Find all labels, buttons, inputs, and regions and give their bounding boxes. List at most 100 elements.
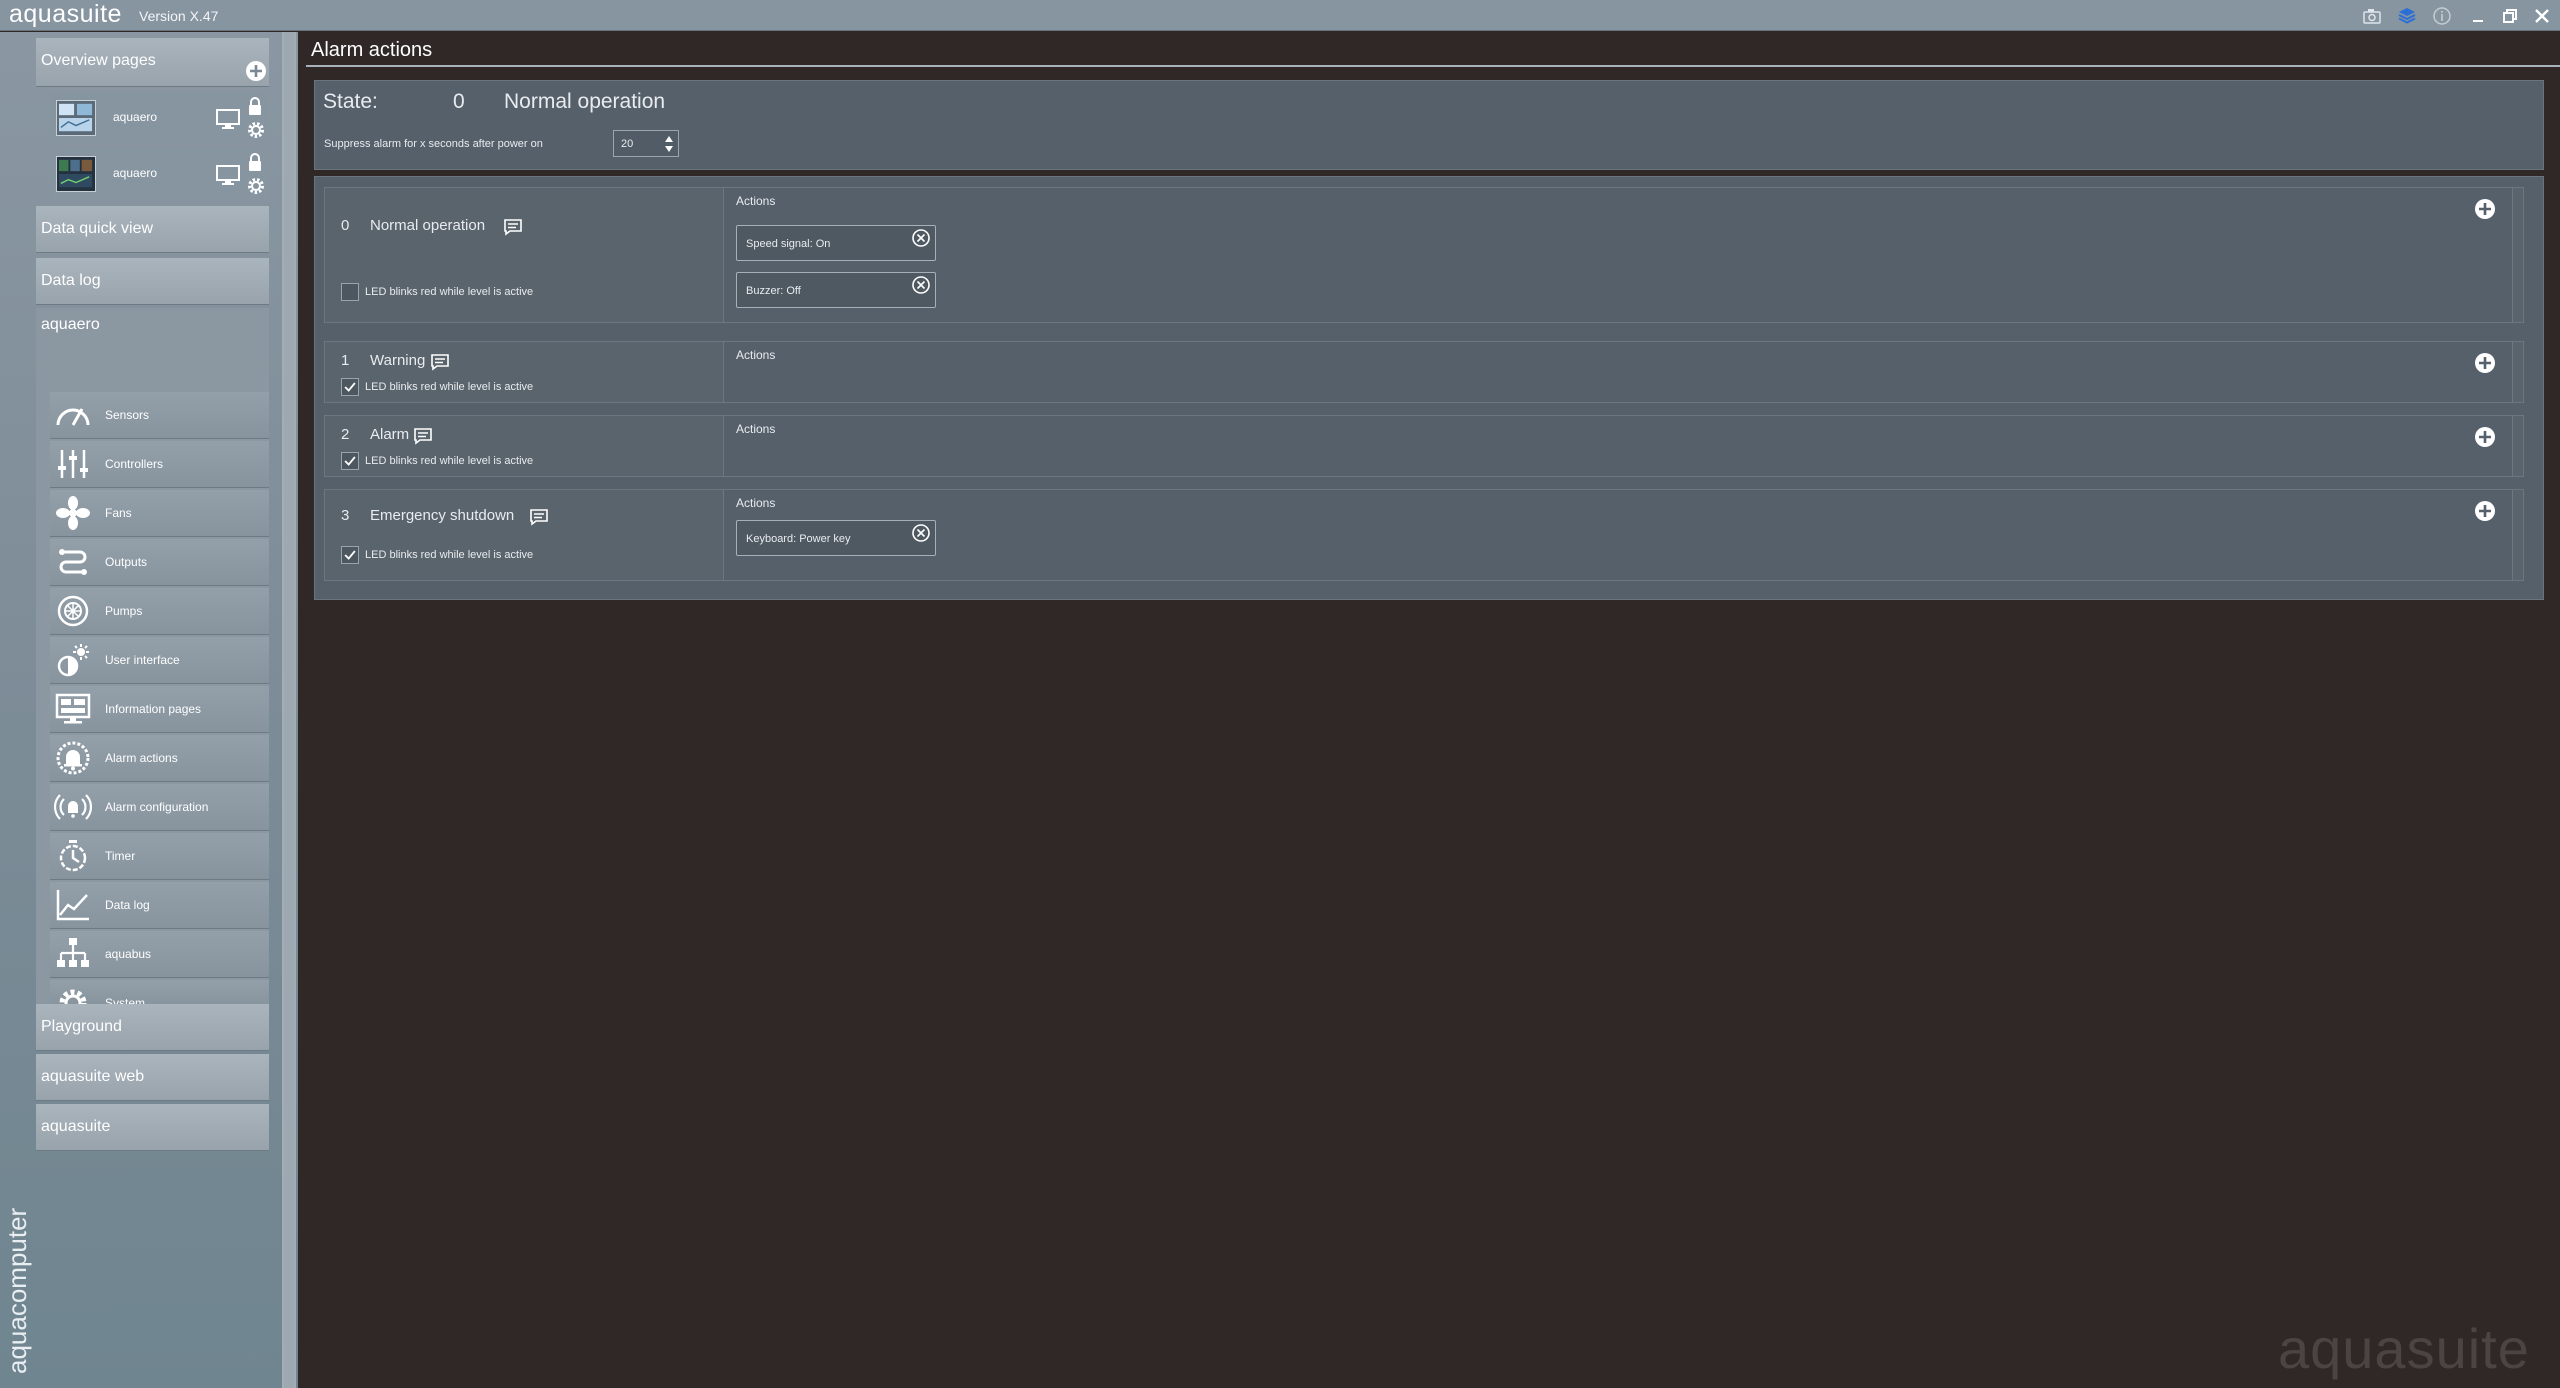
led-blink-label: LED blinks red while level is active — [365, 381, 534, 393]
playground-label: Playground — [41, 1018, 122, 1035]
led-blink-option[interactable]: LED blinks red while level is active — [341, 378, 533, 396]
remove-action-icon[interactable] — [911, 275, 931, 295]
aquaero-section: aquaero Sensors Controllers Fans Outputs… — [36, 308, 269, 1017]
aquasuite-button[interactable]: aquasuite — [36, 1104, 269, 1150]
sidebar-item-label: aquabus — [105, 947, 152, 961]
sidebar-item-system[interactable]: System — [50, 980, 269, 1017]
action-chip[interactable]: Buzzer: Off — [736, 272, 936, 308]
lock-icon[interactable] — [246, 152, 264, 172]
sidebar-item-aquabus[interactable]: aquabus — [50, 931, 269, 977]
comment-icon[interactable] — [430, 353, 450, 371]
suppress-seconds-value: 20 — [621, 138, 634, 150]
page-title: Alarm actions — [311, 39, 433, 61]
page-header: Alarm actions — [298, 32, 2560, 70]
comment-icon[interactable] — [529, 508, 549, 526]
sidebar-item-user-interface[interactable]: User interface — [50, 637, 269, 683]
remove-action-icon[interactable] — [911, 228, 931, 248]
level-number: 2 — [341, 426, 350, 443]
overview-pages-header[interactable]: Overview pages — [36, 38, 269, 86]
header-divider — [306, 65, 2560, 67]
sidebar-item-outputs[interactable]: Outputs — [50, 539, 269, 585]
action-chip[interactable]: Speed signal: On — [736, 225, 936, 261]
playground-button[interactable]: Playground — [36, 1004, 269, 1050]
sidebar-item-pumps[interactable]: Pumps — [50, 588, 269, 634]
gear-icon[interactable] — [246, 176, 266, 196]
outputs-icon — [59, 549, 87, 575]
sidebar-item-sensors[interactable]: Sensors — [50, 392, 269, 438]
aquasuite-web-label: aquasuite web — [41, 1068, 145, 1085]
display-icon — [55, 693, 91, 724]
led-blink-option[interactable]: LED blinks red while level is active — [341, 546, 533, 564]
lock-icon[interactable] — [246, 96, 264, 116]
add-action-icon[interactable] — [2474, 426, 2496, 448]
aquasuite-web-button[interactable]: aquasuite web — [36, 1054, 269, 1100]
sidebar-item-data-log[interactable]: Data log — [50, 882, 269, 928]
fan-icon — [56, 496, 90, 530]
led-blink-checkbox-checked[interactable] — [341, 546, 359, 564]
overview-item-1[interactable]: aquaero — [50, 92, 269, 144]
monitor-icon[interactable] — [216, 164, 240, 186]
overview-item-label: aquaero — [113, 110, 158, 124]
title-bar: aquasuite Version X.47 — [0, 0, 2560, 31]
add-action-icon[interactable] — [2474, 352, 2496, 374]
action-chip[interactable]: Keyboard: Power key — [736, 520, 936, 556]
level-name: Warning — [370, 352, 426, 369]
stepper-arrows-icon[interactable] — [662, 133, 676, 155]
alarm-level-0: 0 Normal operation LED blinks red while … — [324, 187, 2524, 323]
alarm-bell-icon — [56, 741, 90, 775]
sidebar-scrollbar[interactable] — [282, 32, 296, 1388]
sidebar-item-fans[interactable]: Fans — [50, 490, 269, 536]
overview-thumbnail — [56, 100, 96, 136]
state-panel: State: 0 Normal operation Suppress alarm… — [314, 80, 2544, 170]
state-label: State: — [323, 90, 378, 113]
state-value: 0 — [453, 90, 465, 113]
add-overview-page-icon[interactable] — [245, 60, 267, 82]
add-action-icon[interactable] — [2474, 500, 2496, 522]
gear-icon[interactable] — [246, 120, 266, 140]
layers-icon[interactable] — [2397, 6, 2417, 26]
add-action-icon[interactable] — [2474, 198, 2496, 220]
alarm-levels-panel: 0 Normal operation LED blinks red while … — [314, 176, 2544, 600]
led-blink-checkbox[interactable] — [341, 283, 359, 301]
actions-label: Actions — [736, 496, 776, 510]
suppress-seconds-stepper[interactable]: 20 — [613, 130, 679, 157]
actions-box: Actions Speed signal: On Buzzer: Off — [723, 188, 2513, 322]
led-blink-checkbox-checked[interactable] — [341, 378, 359, 396]
overview-pages-label: Overview pages — [41, 52, 156, 69]
led-blink-label: LED blinks red while level is active — [365, 286, 534, 298]
overview-item-label: aquaero — [113, 166, 158, 180]
minimize-icon[interactable] — [2468, 6, 2488, 26]
restore-icon[interactable] — [2500, 6, 2520, 26]
camera-icon[interactable] — [2362, 6, 2382, 26]
alarm-level-1: 1 Warning LED blinks red while level is … — [324, 341, 2524, 403]
sidebar-item-timer[interactable]: Timer — [50, 833, 269, 879]
led-blink-label: LED blinks red while level is active — [365, 549, 534, 561]
remove-action-icon[interactable] — [911, 523, 931, 543]
comment-icon[interactable] — [413, 427, 433, 445]
monitor-icon[interactable] — [216, 108, 240, 130]
action-chip-label: Speed signal: On — [746, 238, 831, 250]
led-blink-option[interactable]: LED blinks red while level is active — [341, 283, 533, 301]
sidebar-item-alarm-actions[interactable]: Alarm actions — [50, 735, 269, 781]
overview-item-2[interactable]: aquaero — [50, 148, 269, 200]
sidebar-item-information-pages[interactable]: Information pages — [50, 686, 269, 732]
led-blink-option[interactable]: LED blinks red while level is active — [341, 452, 533, 470]
led-blink-checkbox-checked[interactable] — [341, 452, 359, 470]
info-icon[interactable] — [2432, 6, 2452, 26]
sidebar-item-alarm-configuration[interactable]: Alarm configuration — [50, 784, 269, 830]
actions-box: Actions — [723, 416, 2513, 476]
sidebar-item-controllers[interactable]: Controllers — [50, 441, 269, 487]
chart-icon — [56, 890, 89, 921]
app-name: aquasuite — [9, 0, 122, 28]
aquaero-section-title[interactable]: aquaero — [41, 316, 100, 334]
comment-icon[interactable] — [503, 218, 523, 236]
data-log-button[interactable]: Data log — [36, 258, 269, 304]
sliders-icon — [58, 450, 88, 478]
alarm-level-3: 3 Emergency shutdown LED blinks red whil… — [324, 489, 2524, 581]
sidebar-item-label: Alarm configuration — [105, 800, 209, 814]
close-icon[interactable] — [2532, 6, 2552, 26]
sidebar-item-label: Information pages — [105, 702, 202, 716]
actions-label: Actions — [736, 348, 776, 362]
alarm-config-icon — [54, 794, 92, 820]
data-quick-view-button[interactable]: Data quick view — [36, 206, 269, 252]
